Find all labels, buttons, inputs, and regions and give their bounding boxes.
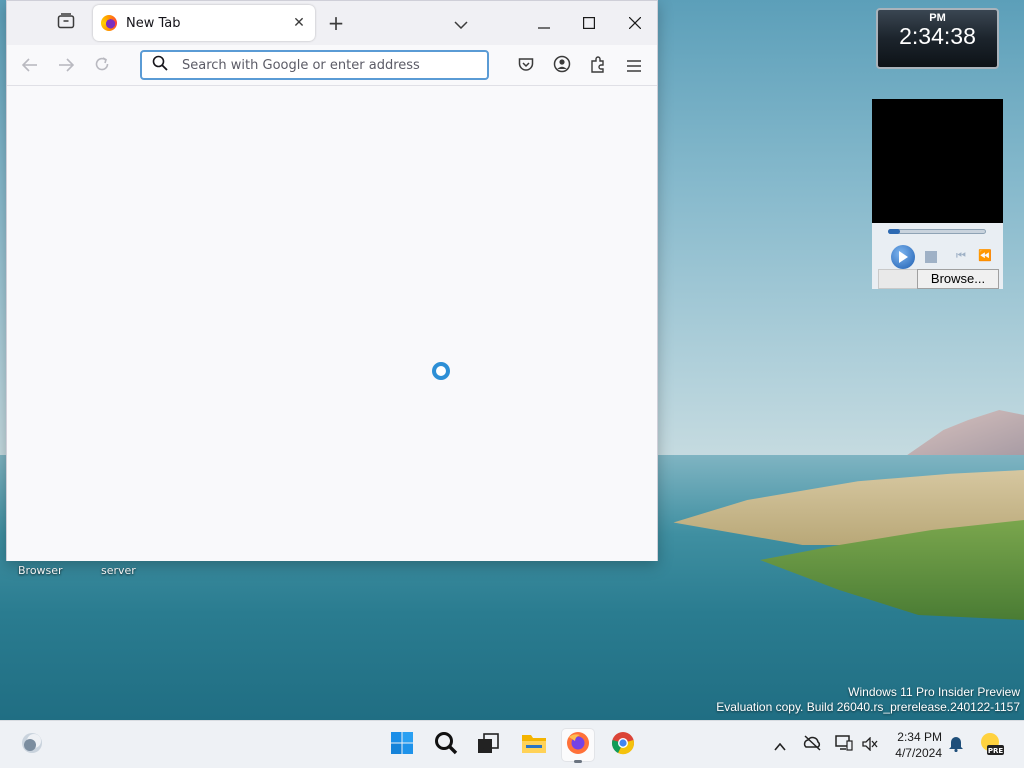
puzzle-icon bbox=[590, 55, 606, 77]
file-explorer-icon bbox=[521, 732, 547, 758]
list-all-tabs-button[interactable] bbox=[449, 11, 473, 35]
insider-preview-icon: PRE bbox=[981, 733, 1004, 755]
close-icon bbox=[628, 14, 642, 33]
tab-title: New Tab bbox=[126, 15, 181, 31]
insider-badge-text: PRE bbox=[988, 747, 1004, 755]
close-window-button[interactable] bbox=[620, 9, 650, 37]
media-seek-progress bbox=[888, 229, 900, 234]
chevron-down-icon bbox=[454, 14, 468, 33]
widgets-icon bbox=[20, 731, 44, 759]
display-button[interactable] bbox=[834, 735, 854, 755]
tab-bar: New Tab ✕ + bbox=[7, 1, 657, 45]
back-button[interactable] bbox=[17, 53, 43, 79]
media-video-area bbox=[872, 99, 1003, 223]
watermark-build: Evaluation copy. Build 26040.rs_prerelea… bbox=[716, 700, 1020, 714]
firefox-icon bbox=[566, 731, 590, 759]
taskbar-time: 2:34 PM bbox=[897, 730, 942, 744]
taskbar-search-button[interactable] bbox=[430, 729, 462, 761]
arrow-right-icon bbox=[58, 57, 75, 76]
media-file-field[interactable] bbox=[878, 269, 918, 289]
firefox-taskbar-button[interactable] bbox=[562, 729, 594, 763]
play-icon bbox=[898, 248, 908, 267]
loading-spinner-icon bbox=[432, 362, 450, 380]
maximize-button[interactable] bbox=[574, 9, 604, 37]
file-explorer-button[interactable] bbox=[518, 729, 550, 761]
volume-muted-icon bbox=[862, 735, 878, 755]
watermark-edition: Windows 11 Pro Insider Preview bbox=[848, 685, 1020, 699]
pocket-icon bbox=[518, 57, 534, 76]
taskbar-clock[interactable]: 2:34 PM 4/7/2024 bbox=[890, 729, 942, 761]
account-icon bbox=[553, 55, 571, 77]
media-player-gadget: ⏮ ⏪ Browse... bbox=[872, 99, 1003, 289]
reload-icon bbox=[94, 56, 110, 76]
url-bar[interactable] bbox=[140, 50, 489, 80]
pocket-button[interactable] bbox=[513, 53, 539, 79]
account-button[interactable] bbox=[549, 53, 575, 79]
previous-button[interactable]: ⏮ bbox=[956, 249, 966, 263]
widgets-button[interactable] bbox=[16, 729, 48, 761]
extensions-button[interactable] bbox=[585, 53, 611, 79]
network-button[interactable] bbox=[802, 735, 822, 755]
maximize-icon bbox=[583, 14, 596, 33]
chevron-up-icon bbox=[774, 736, 786, 755]
arrow-left-icon bbox=[21, 57, 38, 76]
address-input[interactable] bbox=[182, 57, 472, 73]
page-content[interactable] bbox=[7, 87, 657, 561]
reload-button[interactable] bbox=[89, 53, 115, 79]
desktop-icon-label-server[interactable]: server bbox=[101, 564, 136, 577]
forward-button[interactable] bbox=[53, 53, 79, 79]
bell-icon bbox=[948, 734, 964, 756]
notifications-button[interactable] bbox=[946, 735, 966, 755]
rewind-button[interactable]: ⏪ bbox=[978, 249, 992, 262]
search-icon bbox=[434, 731, 458, 759]
desktop-icon-label-browser[interactable]: Browser bbox=[18, 564, 63, 577]
task-view-icon bbox=[476, 731, 500, 759]
insider-badge[interactable]: PRE bbox=[980, 732, 1004, 756]
clock-time: 2:34:38 bbox=[899, 23, 976, 49]
navigation-toolbar bbox=[7, 45, 657, 86]
tab-new-tab[interactable]: New Tab ✕ bbox=[93, 5, 315, 41]
start-button[interactable] bbox=[386, 729, 418, 761]
browse-button[interactable]: Browse... bbox=[917, 269, 999, 289]
monitor-icon bbox=[835, 735, 853, 755]
search-icon bbox=[152, 55, 168, 75]
new-tab-button[interactable]: + bbox=[323, 11, 349, 37]
minimize-button[interactable] bbox=[529, 9, 559, 37]
firefox-window: New Tab ✕ + bbox=[6, 0, 658, 561]
rewind-icon: ⏪ bbox=[978, 249, 992, 262]
close-tab-button[interactable]: ✕ bbox=[291, 15, 307, 31]
show-hidden-icons-button[interactable] bbox=[770, 735, 790, 755]
hamburger-icon bbox=[627, 57, 641, 76]
clock-gadget[interactable]: PM 2:34:38 bbox=[876, 8, 999, 69]
chrome-icon bbox=[611, 731, 635, 759]
windows-watermark: Windows 11 Pro Insider Preview Evaluatio… bbox=[716, 685, 1020, 715]
firefox-view-icon bbox=[57, 13, 75, 33]
start-icon bbox=[390, 731, 414, 759]
task-view-button[interactable] bbox=[472, 729, 504, 761]
volume-button[interactable] bbox=[860, 735, 880, 755]
media-seek-bar[interactable] bbox=[888, 229, 986, 234]
stop-button[interactable] bbox=[925, 251, 937, 263]
taskbar-date: 4/7/2024 bbox=[895, 746, 942, 760]
firefox-icon bbox=[101, 15, 117, 31]
network-offline-icon bbox=[803, 735, 821, 755]
firefox-view-button[interactable] bbox=[51, 9, 81, 37]
chrome-taskbar-button[interactable] bbox=[607, 729, 639, 761]
minimize-icon bbox=[538, 14, 550, 33]
play-button[interactable] bbox=[891, 245, 915, 269]
skip-previous-icon: ⏮ bbox=[956, 249, 966, 262]
app-menu-button[interactable] bbox=[621, 53, 647, 79]
taskbar: 2:34 PM 4/7/2024 PRE bbox=[0, 720, 1024, 768]
